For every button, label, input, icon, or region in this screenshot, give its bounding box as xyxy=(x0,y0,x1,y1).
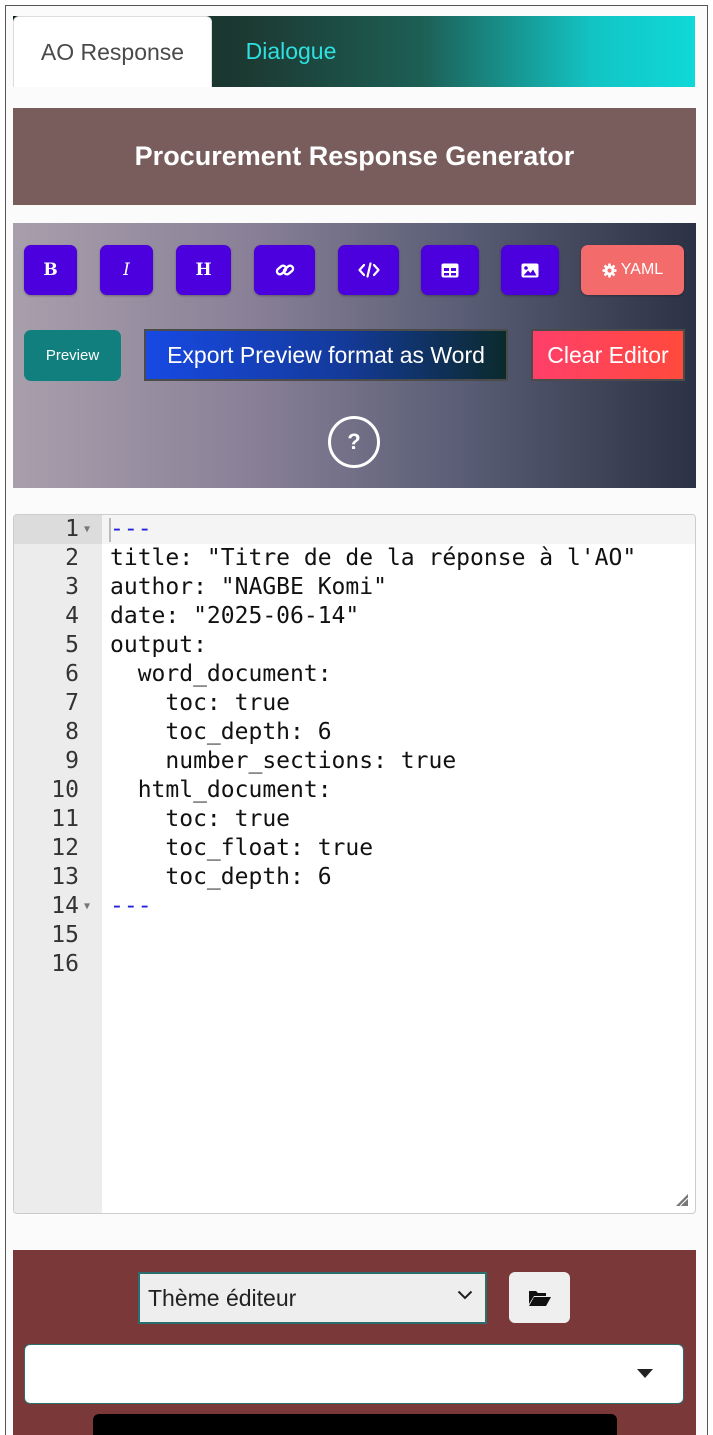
tab-bar: AO Response Dialogue xyxy=(13,16,695,87)
line-content: word_document: xyxy=(110,661,332,687)
code-line: 8 toc_depth: 6 xyxy=(14,718,695,747)
image-button[interactable] xyxy=(501,245,559,295)
line-content: toc_depth: 6 xyxy=(110,719,332,745)
line-number: 9 xyxy=(65,748,79,774)
line-number: 5 xyxy=(65,632,79,658)
link-icon xyxy=(275,264,294,276)
tab-dialogue[interactable]: Dialogue xyxy=(225,16,357,87)
open-folder-button[interactable] xyxy=(509,1272,570,1323)
yaml-button[interactable]: YAML xyxy=(581,245,684,295)
dark-panel xyxy=(93,1414,617,1435)
table-icon xyxy=(441,263,459,277)
code-line: 5 output: xyxy=(14,631,695,660)
line-content: number_sections: true xyxy=(110,748,457,774)
italic-button[interactable]: I xyxy=(100,245,153,295)
code-line: 10 html_document: xyxy=(14,776,695,805)
folder-open-icon xyxy=(528,1290,551,1306)
line-number: 16 xyxy=(51,951,79,977)
editor-theme-select[interactable]: Thème éditeur xyxy=(138,1272,487,1324)
export-word-button[interactable]: Export Preview format as Word xyxy=(144,329,508,381)
code-line: 12 toc_float: true xyxy=(14,834,695,863)
code-line: 6 word_document: xyxy=(14,660,695,689)
code-button[interactable] xyxy=(338,245,399,295)
gear-icon xyxy=(602,262,617,278)
line-number: 3 xyxy=(65,574,79,600)
line-number: 4 xyxy=(65,603,79,629)
code-line: 2 title: "Titre de de la réponse à l'AO" xyxy=(14,544,695,573)
line-content: toc_float: true xyxy=(110,835,374,861)
line-number: 7 xyxy=(65,690,79,716)
code-line: 3 author: "NAGBE Komi" xyxy=(14,573,695,602)
line-content: toc: true xyxy=(110,690,291,716)
line-number: 11 xyxy=(51,806,79,832)
image-icon xyxy=(521,263,539,277)
code-editor[interactable]: 1 ▼ --- 2 title: "Titre de de la réponse à l… xyxy=(13,514,696,1214)
code-line: 11 toc: true xyxy=(14,805,695,834)
selection-dropdown[interactable] xyxy=(24,1344,684,1404)
editor-theme-value: Thème éditeur xyxy=(148,1284,297,1311)
bottom-panel: Thème éditeur xyxy=(13,1250,696,1435)
line-content: html_document: xyxy=(110,777,332,803)
code-line: 14 ▼ --- xyxy=(14,892,695,921)
line-content: output: xyxy=(110,632,207,658)
code-line: 7 toc: true xyxy=(14,689,695,718)
help-button[interactable]: ? xyxy=(328,416,380,468)
line-number: 8 xyxy=(65,719,79,745)
code-line: 13 toc_depth: 6 xyxy=(14,863,695,892)
chevron-down-icon xyxy=(457,1290,473,1300)
link-button[interactable] xyxy=(254,245,315,295)
line-number: 15 xyxy=(51,922,79,948)
caret-down-icon xyxy=(637,1369,653,1378)
fold-toggle-icon[interactable]: ▼ xyxy=(84,515,90,544)
line-content: --- xyxy=(110,516,152,542)
code-line: 15 xyxy=(14,921,695,950)
line-number: 6 xyxy=(65,661,79,687)
fold-toggle-icon[interactable]: ▼ xyxy=(84,892,90,921)
line-content: --- xyxy=(110,893,152,919)
clear-editor-button[interactable]: Clear Editor xyxy=(531,329,685,381)
code-icon xyxy=(357,262,380,278)
line-number: 1 xyxy=(65,516,79,542)
line-content: toc: true xyxy=(110,806,291,832)
line-content: title: "Titre de de la réponse à l'AO" xyxy=(110,545,637,571)
bold-button[interactable]: B xyxy=(24,245,77,295)
page-title: Procurement Response Generator xyxy=(13,108,696,205)
tab-ao-response[interactable]: AO Response xyxy=(13,16,212,87)
editor-lines: 1 ▼ --- 2 title: "Titre de de la réponse à l… xyxy=(14,515,695,979)
code-line: 16 xyxy=(14,950,695,979)
code-line: 9 number_sections: true xyxy=(14,747,695,776)
editor-toolbar: B I H YAML Preview Export Preview format… xyxy=(13,223,696,488)
code-line: 4 date: "2025-06-14" xyxy=(14,602,695,631)
app-frame: AO Response Dialogue Procurement Respons… xyxy=(5,5,708,1435)
line-content: toc_depth: 6 xyxy=(110,864,332,890)
preview-button[interactable]: Preview xyxy=(24,330,121,381)
line-number: 12 xyxy=(51,835,79,861)
resize-grip-icon[interactable] xyxy=(676,1194,688,1206)
heading-button[interactable]: H xyxy=(176,245,231,295)
line-number: 13 xyxy=(51,864,79,890)
line-number: 2 xyxy=(65,545,79,571)
line-number: 10 xyxy=(51,777,79,803)
table-button[interactable] xyxy=(421,245,479,295)
line-content: author: "NAGBE Komi" xyxy=(110,574,387,600)
text-cursor xyxy=(109,518,111,542)
line-content: date: "2025-06-14" xyxy=(110,603,360,629)
code-line: 1 ▼ --- xyxy=(14,515,695,544)
line-number: 14 xyxy=(51,893,79,919)
yaml-button-label: YAML xyxy=(620,261,664,278)
